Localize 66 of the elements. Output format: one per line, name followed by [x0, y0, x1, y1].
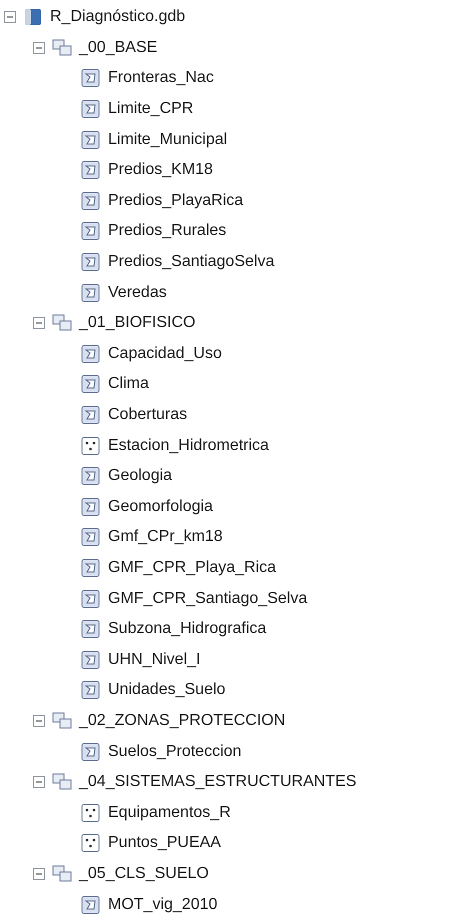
polygon-layer-icon	[80, 405, 102, 426]
tree-item-label[interactable]: Limite_Municipal	[108, 130, 228, 149]
tree-item-label[interactable]: Fronteras_Nac	[108, 69, 214, 88]
dataset-icon	[51, 710, 73, 731]
dataset-icon	[51, 772, 73, 792]
dataset-icon	[51, 38, 73, 58]
tree-item-label[interactable]: GMF_CPR_Playa_Rica	[108, 558, 276, 577]
dataset-icon	[51, 864, 73, 884]
tree-item-label[interactable]: Clima	[108, 375, 149, 394]
tree-item-label[interactable]: Unidades_Suelo	[108, 681, 226, 700]
polygon-layer-icon	[80, 68, 102, 88]
polygon-layer-icon	[80, 496, 102, 517]
tree-item-label[interactable]: Geologia	[108, 467, 172, 486]
tree-item-label[interactable]: Geomorfologia	[108, 498, 213, 516]
polygon-layer-icon	[80, 588, 102, 609]
polygon-layer-icon	[80, 99, 102, 120]
tree-item-label[interactable]: _01_BIOFISICO	[79, 314, 196, 332]
polygon-layer-icon	[80, 130, 102, 150]
polygon-layer-icon	[80, 252, 102, 272]
collapse-icon[interactable]	[33, 776, 45, 788]
tree-item-label[interactable]: Predios_PlayaRica	[108, 192, 244, 210]
polygon-layer-icon	[80, 650, 102, 670]
polygon-layer-icon	[80, 344, 102, 364]
tree-item-label[interactable]: MOT_vig_2010	[108, 896, 218, 914]
tree-item-label[interactable]: _02_ZONAS_PROTECCION	[79, 712, 286, 730]
tree-item-label[interactable]: Predios_SantiagoSelva	[108, 253, 274, 272]
dataset-icon	[51, 313, 73, 334]
tree-item-label[interactable]: Puntos_PUEAA	[108, 834, 221, 852]
tree-item-label[interactable]: Veredas	[108, 284, 167, 302]
polygon-layer-icon	[80, 680, 102, 700]
tree-item-label[interactable]: Limite_CPR	[108, 100, 194, 118]
collapse-icon[interactable]	[4, 11, 16, 24]
tree-item-label[interactable]: Gmf_CPr_km18	[108, 528, 223, 546]
polygon-layer-icon	[80, 282, 102, 303]
tree-item-label[interactable]: Capacidad_Uso	[108, 344, 222, 363]
tree-item-label[interactable]: Coberturas	[108, 406, 188, 424]
tree-item-label[interactable]: GMF_CPR_Santiago_Selva	[108, 590, 308, 608]
tree-item-label[interactable]: _05_CLS_SUELO	[79, 864, 209, 883]
polygon-layer-icon	[80, 160, 102, 180]
collapse-icon[interactable]	[33, 42, 45, 54]
point-layer-icon	[80, 436, 102, 456]
polygon-layer-icon	[80, 619, 102, 640]
polygon-layer-icon	[80, 558, 102, 578]
database-icon	[22, 7, 44, 28]
point-layer-icon	[80, 833, 102, 854]
tree-item-label[interactable]: Suelos_Proteccion	[108, 742, 242, 761]
tree-item-label[interactable]: Estacion_Hidrometrica	[108, 436, 269, 455]
tree-item-label[interactable]: Subzona_Hidrografica	[108, 620, 266, 638]
tree-item-label[interactable]: Predios_KM18	[108, 161, 213, 180]
tree-item-label[interactable]: _04_SISTEMAS_ESTRUCTURANTES	[79, 773, 356, 792]
tree-item-label[interactable]: Predios_Rurales	[108, 222, 226, 240]
tree-item-label[interactable]: Equipamentos_R	[108, 804, 231, 822]
tree-item-label[interactable]: UHN_Nivel_I	[108, 650, 200, 669]
polygon-layer-icon	[80, 466, 102, 486]
polygon-layer-icon	[80, 374, 102, 394]
polygon-layer-icon	[80, 742, 102, 762]
collapse-icon[interactable]	[33, 868, 45, 880]
collapse-icon[interactable]	[33, 317, 45, 330]
tree-item-label[interactable]: _00_BASE	[79, 38, 158, 57]
tree-item-label[interactable]: R_Diagnóstico.gdb	[50, 8, 186, 26]
polygon-layer-icon	[80, 894, 102, 915]
collapse-icon[interactable]	[33, 714, 45, 727]
polygon-layer-icon	[80, 190, 102, 211]
polygon-layer-icon	[80, 527, 102, 548]
point-layer-icon	[80, 802, 102, 823]
polygon-layer-icon	[80, 221, 102, 242]
